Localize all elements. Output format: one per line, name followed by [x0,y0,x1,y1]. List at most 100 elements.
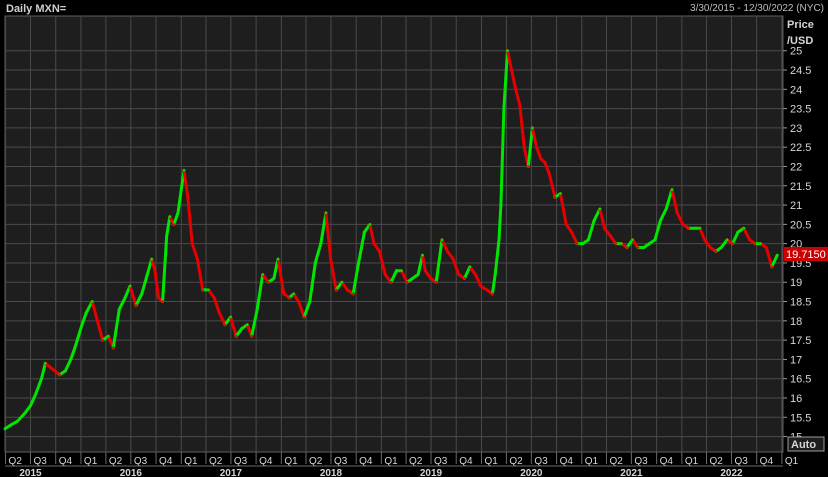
year-label: 2019 [420,468,443,477]
price-point [90,300,94,303]
price-point [186,196,190,199]
price-point [479,284,483,288]
quarter-label: Q3 [734,456,748,467]
price-point [731,242,734,245]
year-label: 2020 [520,468,543,477]
price-point [631,238,634,242]
price-point [157,296,160,300]
price-point [123,296,127,300]
price-point [101,338,104,342]
price-point [506,49,509,52]
price-point [736,230,740,234]
price-point [292,292,296,296]
price-tick-label: 18 [790,316,802,328]
price-point [146,273,149,276]
price-point [357,261,360,265]
price-point [378,250,381,253]
price-point [614,242,618,245]
price-point [714,250,718,253]
quarter-label: Q4 [359,456,373,467]
price-point [405,280,409,284]
year-label: 2021 [620,468,643,477]
price-point [383,273,387,276]
price-point [240,327,244,330]
price-point [468,265,472,269]
price-point [29,404,32,408]
quarter-label: Q2 [109,456,123,467]
price-point [44,362,47,365]
price-point [670,188,674,191]
quarter-label: Q2 [409,456,423,467]
price-point [134,304,138,307]
quarter-label: Q1 [184,456,198,467]
price-tick-label: 19 [790,277,802,289]
price-point [250,334,253,338]
price-point [140,292,144,296]
price-point [559,192,562,195]
price-point [73,346,77,350]
price-point [212,296,216,300]
price-tick-label: 23 [790,123,802,135]
price-point [246,323,249,327]
price-point [548,172,551,176]
price-point [603,226,606,230]
price-point [598,207,602,211]
price-point [421,253,424,257]
price-axis-unit: /USD [787,35,813,47]
price-point [128,284,132,288]
price-tick-label: 23.5 [790,104,811,116]
price-point [543,161,547,164]
price-point [659,219,662,222]
quarter-label: Q2 [710,456,724,467]
price-point [346,288,349,292]
price-tick-label: 22.5 [790,142,811,154]
quarter-label: Q3 [234,456,248,467]
price-point [581,242,585,245]
price-point [340,280,344,284]
quarter-label: Q3 [134,456,148,467]
price-point [372,242,376,245]
price-tick-label: 24 [790,84,802,96]
price-point [620,242,623,245]
price-point [687,226,690,230]
price-point [759,242,762,245]
price-point [196,257,199,261]
price-point [675,211,679,215]
quarter-label: Q2 [9,456,23,467]
quarter-label: Q1 [84,456,98,467]
price-point [698,226,702,230]
quarter-label: Q4 [159,456,173,467]
price-point [692,226,696,230]
price-point [172,223,176,226]
time-axis: Q2 Q3 Q4 Q1 Q2 Q3 Q4 Q1 Q2 Q3 Q4 Q1 Q2 Q3 Q4 Q1 Q2 Q3 Q4 Q1… [5,452,799,477]
year-label: 2015 [19,468,42,477]
quarter-label: Q1 [785,456,799,467]
price-chart: 1515.51616.51717.51818.51919.52020.52121… [3,15,828,477]
plot-area [4,15,784,453]
price-point [770,265,774,269]
price-point [324,211,328,215]
price-point [535,145,538,149]
price-segment [497,203,503,242]
price-point [3,427,7,431]
price-point [40,377,43,381]
price-point [664,207,668,211]
price-tick-label: 17 [790,354,802,366]
price-point [329,257,333,261]
price-point [553,196,557,199]
price-point [497,238,501,242]
price-point [451,257,455,261]
price-point [463,277,466,280]
price-point [416,273,420,276]
price-point [53,369,57,373]
price-axis-label: Price [787,19,814,31]
price-tick-label: 15.5 [790,412,811,424]
price-tick-label: 20.5 [790,219,811,231]
price-point [570,230,573,234]
price-point [190,242,194,245]
price-point [48,365,52,369]
price-point [564,223,568,226]
price-point [218,311,221,315]
price-point [34,392,37,396]
price-point [491,292,494,296]
